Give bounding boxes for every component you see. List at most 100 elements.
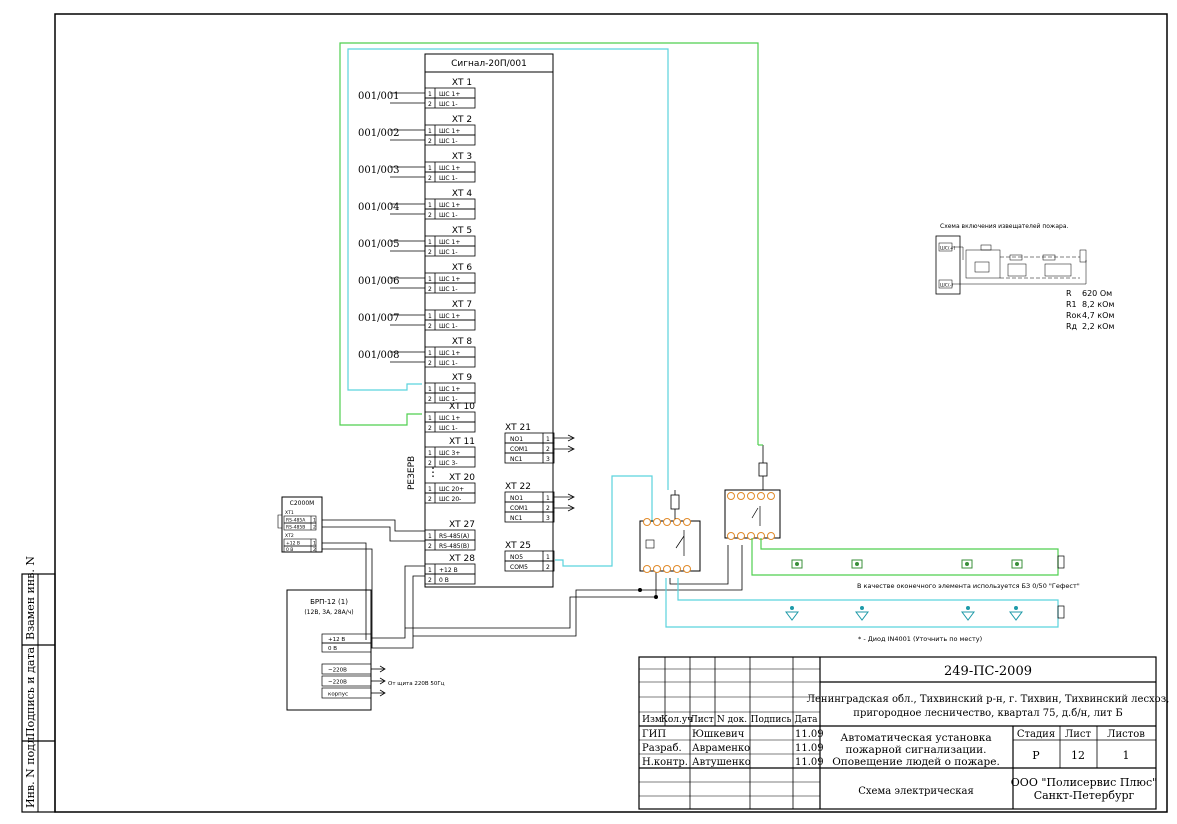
terminal-label: ШС 20- <box>439 496 461 503</box>
c2000m-xt2: ХТ2 <box>285 533 294 539</box>
c2000m-pin: 2 <box>313 547 316 553</box>
terminal-label: ШС 1+ <box>439 350 460 357</box>
terminal-block: ХТ 912ШС 1+ШС 1- <box>424 373 476 404</box>
terminal-header: ХТ 6 <box>452 263 473 273</box>
terminal-pin: 2 <box>428 175 432 182</box>
terminal-block: ХТ 812ШС 1+ШС 1-001/008 <box>358 337 476 368</box>
terminal-label: 0 В <box>439 577 449 584</box>
title-header: Изм <box>642 715 662 725</box>
c2000m-pin: 2 <box>313 525 316 531</box>
signer-name: Юшкевич <box>692 729 745 740</box>
c2000m-pin: 1 <box>313 518 316 524</box>
sheet-label: Лист <box>1065 729 1092 740</box>
legend-symbol: R1 <box>1066 300 1077 309</box>
terminal-header: ХТ 4 <box>452 189 473 199</box>
terminal-header: ХТ 7 <box>452 300 472 310</box>
terminal-header: ХТ 20 <box>449 473 475 483</box>
c2000m-wiring <box>322 519 425 648</box>
terminal-block: ХТ 512ШС 1+ШС 1-001/005 <box>358 226 476 257</box>
relay-block: ХТ 21 NO1 1 COM1 2 NC1 3 <box>504 423 555 464</box>
terminal-label: ШС 1+ <box>439 276 460 283</box>
terminal-header: ХТ 11 <box>449 437 475 447</box>
legend-value: 4,7 кОм <box>1082 311 1114 320</box>
terminal-pin: 2 <box>428 101 432 108</box>
resistor-legend: R 620 Ом R1 8,2 кОмRок 4,7 кОм Rд 2,2 кОм <box>1066 289 1114 331</box>
relay-module-1 <box>639 490 701 573</box>
terminal-label: ШС 1+ <box>439 313 460 320</box>
sheet-value: 12 <box>1071 749 1085 762</box>
organization: Санкт-Петербург <box>1034 789 1135 802</box>
title-header: Подпись <box>751 715 792 725</box>
terminal-header: ХТ 9 <box>452 373 473 383</box>
terminal-label: ШС 20+ <box>439 486 464 493</box>
stamp-sign-date: Подпись и дата <box>24 646 37 737</box>
terminal-label: ШС 1+ <box>439 239 460 246</box>
terminal-block: ХТ 112ШС 1+ШС 1-001/001 <box>358 78 476 109</box>
terminal-label: ШС 1+ <box>439 165 460 172</box>
side-stamp: Взамен инв. N Подпись и дата Инв. N подл… <box>21 556 56 813</box>
terminal-pin: 1 <box>428 567 432 574</box>
sheets-label: Листов <box>1107 729 1145 740</box>
terminal-pin: 1 <box>428 202 432 209</box>
psu-case: корпус <box>328 692 348 698</box>
terminal-pin: 2 <box>428 249 432 256</box>
scheme-title: Схема включения извещателей пожара. <box>940 223 1068 230</box>
terminal-pin: 2 <box>428 543 432 550</box>
terminal-label: ШС 3- <box>439 460 458 467</box>
relay-wire-cyan <box>555 475 653 567</box>
c2000m-rs485a: RS-485А <box>286 518 306 524</box>
terminal-pin: 1 <box>428 386 432 393</box>
terminal-label: ШС 1+ <box>439 128 460 135</box>
signer-name: Авраменко <box>692 743 750 754</box>
schematic-sheet: Взамен инв. N Подпись и дата Инв. N подл… <box>21 13 1169 813</box>
heat-detector-icon <box>1009 606 1023 621</box>
stamp-inv-orig: Инв. N подл. <box>24 734 37 808</box>
relay-pin: 2 <box>546 564 550 571</box>
legend-symbol: Rд <box>1066 322 1078 331</box>
work-title: Оповещение людей о пожаре. <box>832 756 1000 768</box>
heat-detector-icon <box>961 606 975 621</box>
terminal-block: ХТ 10 1 2 ШС 1+ ШС 1- <box>424 402 476 433</box>
terminal-pin: 1 <box>428 165 432 172</box>
work-title: пожарной сигнализации. <box>846 744 987 756</box>
c2000m-rs485b: RS-485В <box>286 525 305 531</box>
c2000m-power-plus: +12 В <box>286 541 300 547</box>
c2000m-title: С2000М <box>290 500 315 507</box>
panel-title: Сигнал-20П/001 <box>451 59 527 69</box>
stage-value: Р <box>1032 749 1040 762</box>
relay-pin: 1 <box>546 495 550 502</box>
junction-dot <box>638 588 642 592</box>
terminal-block: ХТ 28 1 2 +12 В 0 В <box>424 554 476 585</box>
legend-value: 2,2 кОм <box>1082 322 1114 331</box>
terminal-label: ШС 1- <box>439 425 458 432</box>
psu-in-1: ~220В <box>328 668 347 674</box>
terminal-pin: 1 <box>428 91 432 98</box>
legend-value: 8,2 кОм <box>1082 300 1114 309</box>
stage-label: Стадия <box>1017 729 1055 740</box>
heat-detector-icon <box>785 606 799 621</box>
terminal-label: ШС 1+ <box>439 386 460 393</box>
terminal-header: ХТ 8 <box>452 337 473 347</box>
scheme-plus: ШС(+) <box>940 246 955 252</box>
terminal-label: RS-485(А) <box>439 533 469 540</box>
smoke-detector-icon <box>791 559 803 569</box>
terminal-label: RS-485(В) <box>439 543 469 550</box>
relay-contact: COM5 <box>510 564 528 571</box>
terminal-label: ШС 1- <box>439 249 458 256</box>
terminal-blocks: ХТ 112ШС 1+ШС 1-001/001ХТ 212ШС 1+ШС 1-0… <box>358 78 476 585</box>
relay-contact: NO5 <box>510 554 523 561</box>
terminal-block: ХТ 11 1 2 ШС 3+ ШС 3- <box>424 437 476 468</box>
signer-date: 11.09 <box>795 757 824 768</box>
terminal-label: ШС 1+ <box>439 91 460 98</box>
relay-block: ХТ 25 NO5 1 COM5 2 <box>504 541 555 572</box>
terminal-pin: 2 <box>428 212 432 219</box>
signer-date: 11.09 <box>795 729 824 740</box>
signer-role: ГИП <box>642 729 666 740</box>
terminal-label: ШС 3+ <box>439 450 460 457</box>
terminal-block: ХТ 412ШС 1+ШС 1-001/004 <box>358 189 476 220</box>
terminal-pin: 1 <box>428 128 432 135</box>
c2000m-module: С2000М ХТ1 RS-485А 1 RS-485В 2 ХТ2 +12 В… <box>277 496 323 553</box>
terminal-pin: 2 <box>428 323 432 330</box>
signer-role: Разраб. <box>642 743 682 754</box>
relay-pin: 2 <box>546 446 550 453</box>
